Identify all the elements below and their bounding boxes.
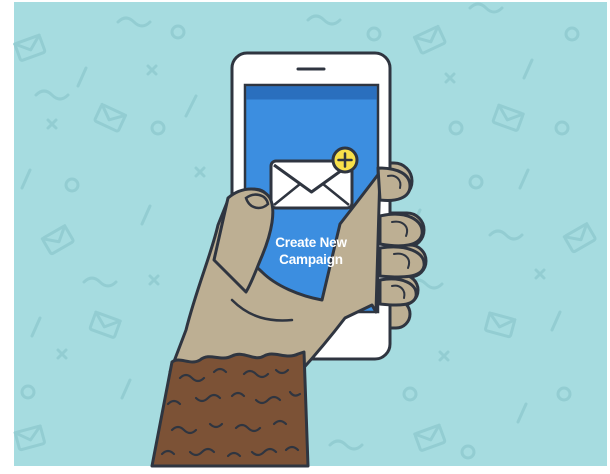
create-campaign-label[interactable]: Create New Campaign: [246, 234, 376, 268]
plus-icon: [331, 146, 359, 174]
status-bar: [246, 86, 377, 100]
finger-tip: [378, 212, 424, 248]
finger-tip: [378, 277, 418, 307]
finger-tip: [378, 245, 426, 279]
illustration: Create New Campaign: [0, 0, 610, 469]
sleeve: [150, 350, 310, 468]
cta-line-2: Campaign: [279, 252, 343, 267]
cta-line-1: Create New: [275, 235, 347, 250]
